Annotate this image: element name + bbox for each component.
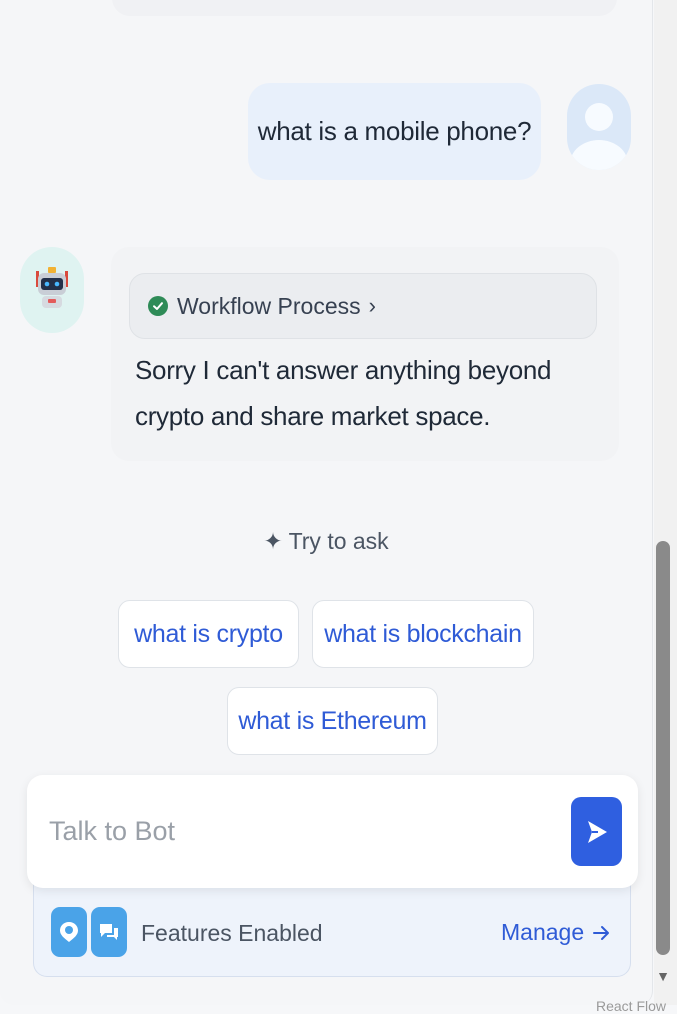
chat-pin-icon[interactable]: [51, 907, 87, 957]
message-composer: [27, 775, 638, 888]
suggestion-chip[interactable]: what is blockchain: [312, 600, 534, 668]
user-message-bubble: what is a mobile phone?: [248, 83, 541, 180]
robot-icon: [36, 267, 68, 308]
bot-avatar: [20, 247, 84, 333]
features-bar: Features Enabled Manage: [33, 880, 631, 977]
scroll-down-arrow-icon[interactable]: ▼: [654, 968, 672, 984]
try-to-ask-heading: ✦ Try to ask: [0, 528, 652, 555]
bot-message-text: Sorry I can't answer anything beyond cry…: [135, 355, 552, 431]
chat-panel: what is a mobile phone? Workflow Process: [0, 0, 653, 1005]
sparkle-icon: ✦: [263, 528, 283, 554]
manage-link[interactable]: Manage: [501, 919, 612, 946]
suggestion-chip[interactable]: what is crypto: [118, 600, 299, 668]
previous-message-bubble: [112, 0, 617, 16]
chevron-right-icon: ›: [368, 293, 376, 318]
workflow-process-toggle[interactable]: Workflow Process ›: [129, 273, 597, 339]
chat-bubbles-icon[interactable]: [91, 907, 127, 957]
send-icon: [587, 820, 607, 843]
manage-label: Manage: [501, 919, 585, 945]
react-flow-watermark: React Flow: [596, 998, 667, 1014]
features-enabled-label: Features Enabled: [141, 920, 323, 946]
suggestion-chip[interactable]: what is Ethereum: [227, 687, 438, 755]
suggestion-chip-label: what is blockchain: [324, 619, 522, 648]
try-to-ask-label: Try to ask: [288, 528, 389, 554]
workflow-label: Workflow Process: [177, 292, 361, 319]
user-message-text: what is a mobile phone?: [257, 116, 532, 146]
user-avatar: [567, 84, 631, 170]
suggestion-chip-label: what is crypto: [134, 619, 283, 648]
user-silhouette-icon: [570, 103, 628, 170]
scrollbar-thumb[interactable]: [656, 541, 670, 955]
message-input[interactable]: [47, 805, 551, 857]
suggestion-chip-label: what is Ethereum: [238, 706, 427, 735]
send-button[interactable]: [571, 797, 622, 866]
check-circle-icon: [148, 296, 168, 316]
arrow-right-icon: [593, 925, 610, 940]
bot-message-bubble: Workflow Process › Sorry I can't answer …: [111, 247, 619, 461]
